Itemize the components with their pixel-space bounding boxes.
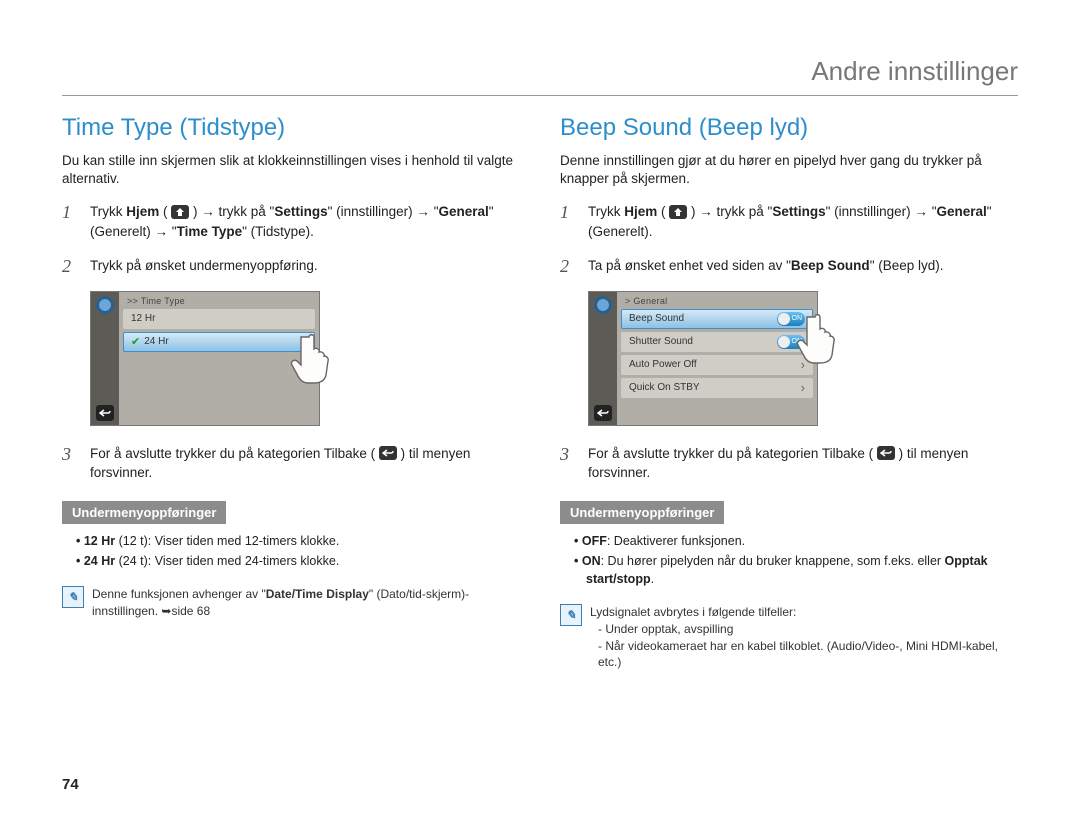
gear-icon [96,296,114,314]
back-icon [877,446,895,460]
home-icon [669,205,687,219]
chevron-right-icon: › [801,380,805,395]
intro-left: Du kan stille inn skjermen slik at klokk… [62,152,520,188]
arrow-icon: → [201,204,215,219]
step-number: 2 [62,256,80,277]
arrow-icon: → [155,224,169,239]
step-number: 3 [62,444,80,483]
row-auto-power-off: Auto Power Off› [621,355,813,375]
note-left: ✎ Denne funksjonen avhenger av "Date/Tim… [62,586,520,620]
page-header: Andre innstillinger [62,56,1018,96]
list-item: OFF: Deaktiverer funksjonen. [574,532,1018,550]
tap-hand-icon [288,329,340,385]
step1-left: Trykk Hjem ( ) → trykk på "Settings" (in… [90,202,520,241]
list-item: ON: Du hører pipelyden når du bruker kna… [574,552,1018,588]
info-icon: ✎ [560,604,582,626]
row-quick-on-stby: Quick On STBY› [621,378,813,398]
step-number: 1 [62,202,80,241]
intro-right: Denne innstillingen gjør at du hører en … [560,152,1018,188]
gear-icon [594,296,612,314]
step2-right: Ta på ønsket enhet ved siden av "Beep So… [588,256,944,277]
screenshot-time-type: >> Time Type 12 Hr ✔24 Hr [90,291,330,426]
step3-left: For å avslutte trykker du på kategorien … [90,444,520,483]
note-right: ✎ Lydsignalet avbrytes i følgende tilfel… [560,604,1018,671]
step-number: 1 [560,202,578,241]
submenu-list: 12 Hr (12 t): Viser tiden med 12-timers … [62,532,520,570]
step-number: 3 [560,444,578,483]
arrow-icon: → [416,204,430,219]
tap-hand-icon [794,309,846,365]
info-icon: ✎ [62,586,84,608]
check-icon: ✔ [131,335,140,348]
option-24hr: ✔24 Hr [123,332,315,352]
submenu-header: Undermenyoppføringer [560,501,724,524]
step3-right: For å avslutte trykker du på kategorien … [588,444,1018,483]
step-number: 2 [560,256,578,277]
arrow-icon: → [699,204,713,219]
heading-time-type: Time Type (Tidstype) [62,114,520,142]
option-12hr: 12 Hr [123,309,315,329]
home-icon [171,205,189,219]
screenshot-beep-sound: > General Beep SoundON Shutter SoundON A… [588,291,828,426]
submenu-list: OFF: Deaktiverer funksjonen. ON: Du høre… [560,532,1018,588]
row-shutter-sound: Shutter SoundON [621,332,813,352]
back-icon [594,405,612,421]
step1-right: Trykk Hjem ( ) → trykk på "Settings" (in… [588,202,1018,241]
row-beep-sound: Beep SoundON [621,309,813,329]
back-icon [96,405,114,421]
step2-left: Trykk på ønsket undermenyoppføring. [90,256,318,277]
list-item: 12 Hr (12 t): Viser tiden med 12-timers … [76,532,520,550]
breadcrumb: >> Time Type [123,296,315,306]
breadcrumb: > General [621,296,813,306]
heading-beep-sound: Beep Sound (Beep lyd) [560,114,1018,142]
back-icon [379,446,397,460]
submenu-header: Undermenyoppføringer [62,501,226,524]
column-time-type: Time Type (Tidstype) Du kan stille inn s… [62,114,520,671]
list-item: 24 Hr (24 t): Viser tiden med 24-timers … [76,552,520,570]
arrow-icon: → [914,204,928,219]
page-number: 74 [62,776,79,793]
column-beep-sound: Beep Sound (Beep lyd) Denne innstillinge… [560,114,1018,671]
